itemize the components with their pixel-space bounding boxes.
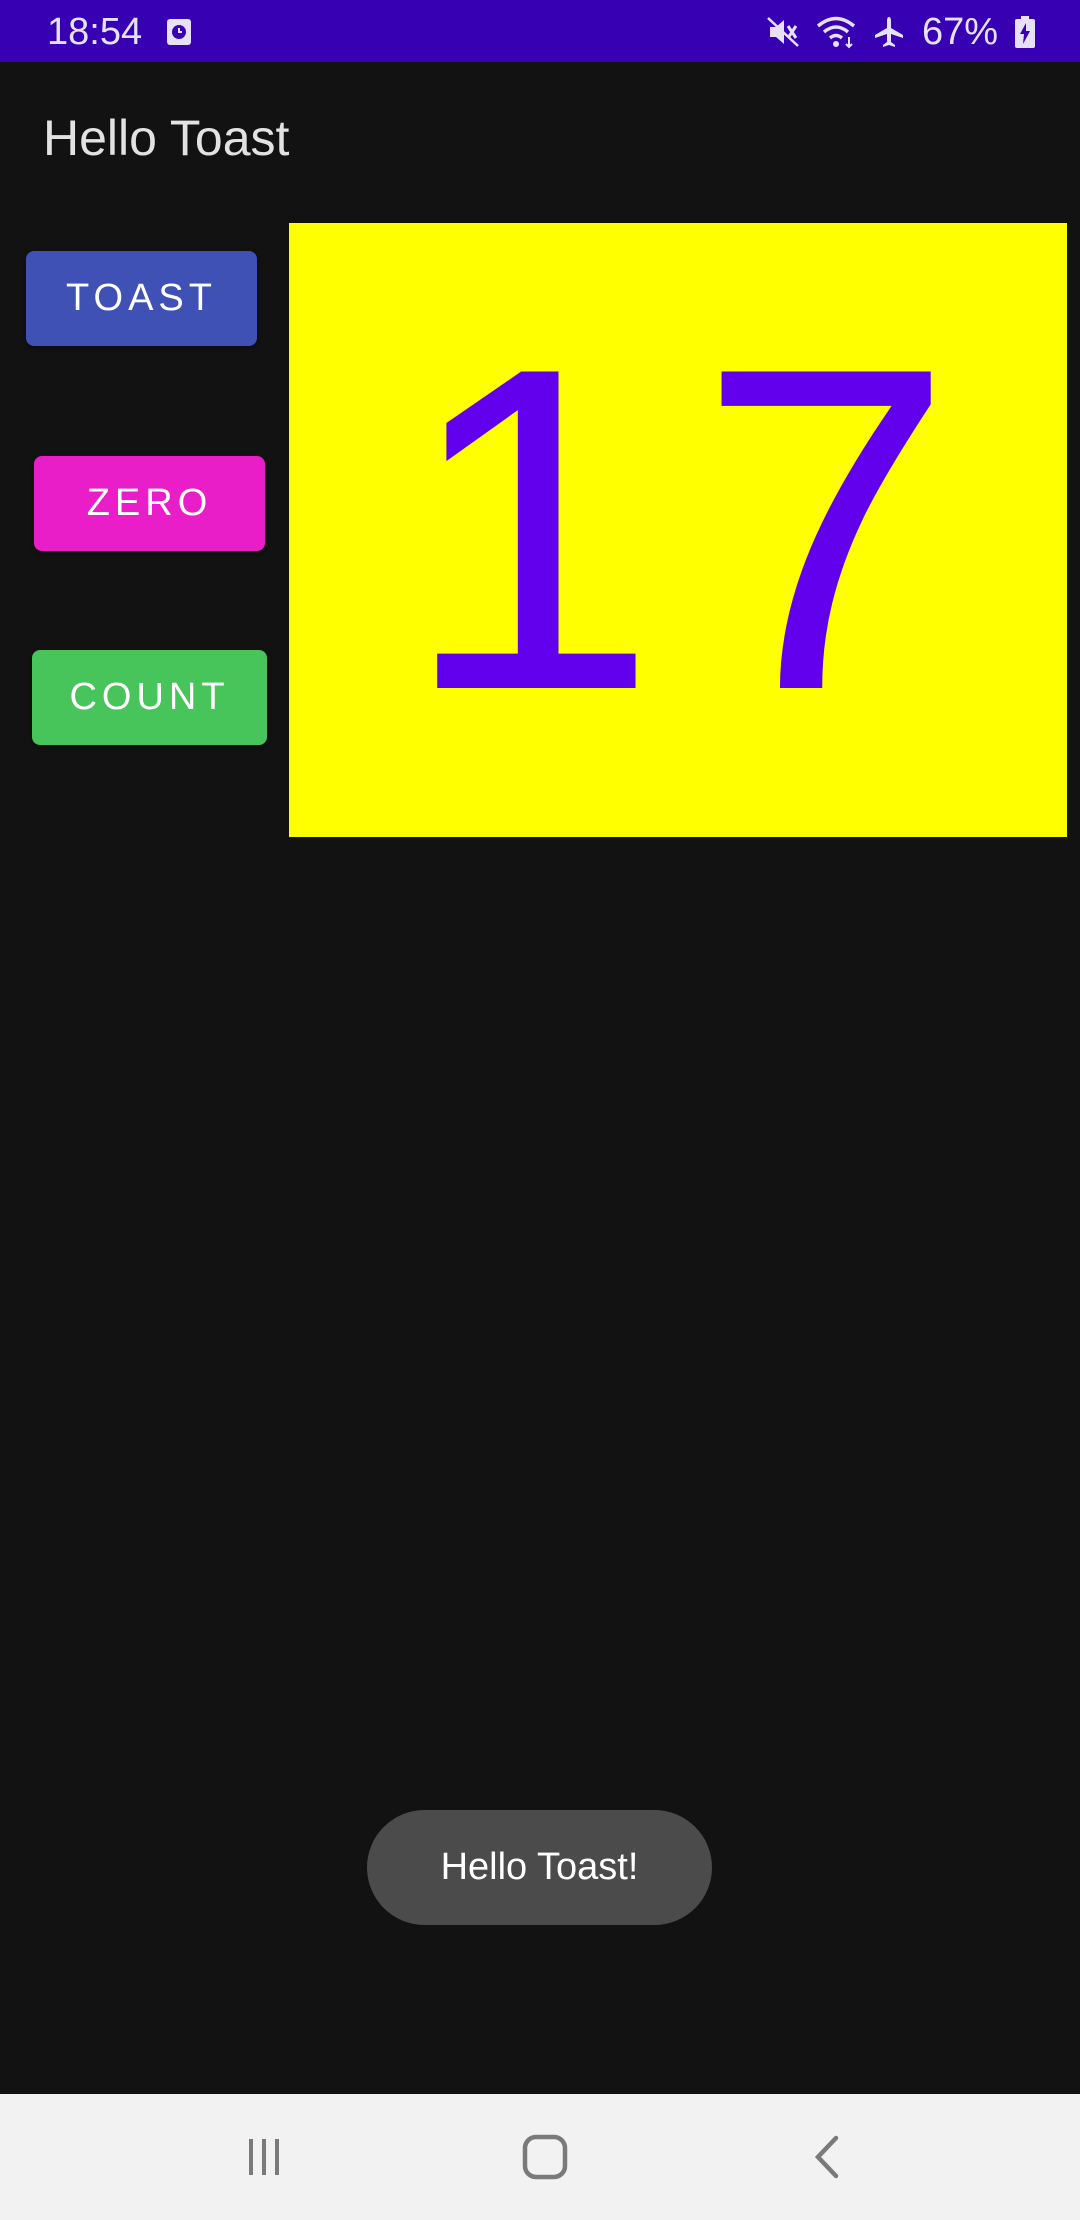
status-bar: 18:54 67% [0, 0, 1080, 62]
toast-message: Hello Toast! [367, 1810, 712, 1925]
toast-button[interactable]: TOAST [26, 251, 257, 346]
app-title: Hello Toast [43, 110, 290, 166]
battery-charging-icon [1014, 15, 1036, 49]
screen: 18:54 67% Hello Toast TOAST ZERO COUNT 1… [0, 0, 1080, 2220]
recents-icon[interactable] [234, 2129, 294, 2185]
mute-icon [766, 15, 800, 49]
wifi-icon [816, 15, 856, 49]
battery-percent: 67% [921, 11, 998, 53]
count-value: 17 [402, 273, 994, 786]
status-time: 18:54 [47, 11, 143, 53]
navigation-bar [0, 2094, 1080, 2220]
count-button[interactable]: COUNT [32, 650, 267, 745]
home-icon[interactable] [515, 2129, 575, 2185]
zero-button[interactable]: ZERO [34, 456, 265, 551]
count-display: 17 [289, 223, 1067, 837]
back-icon[interactable] [797, 2129, 857, 2185]
notification-icon [166, 18, 192, 46]
airplane-icon [872, 15, 906, 49]
status-icons: 67% [766, 10, 1036, 54]
